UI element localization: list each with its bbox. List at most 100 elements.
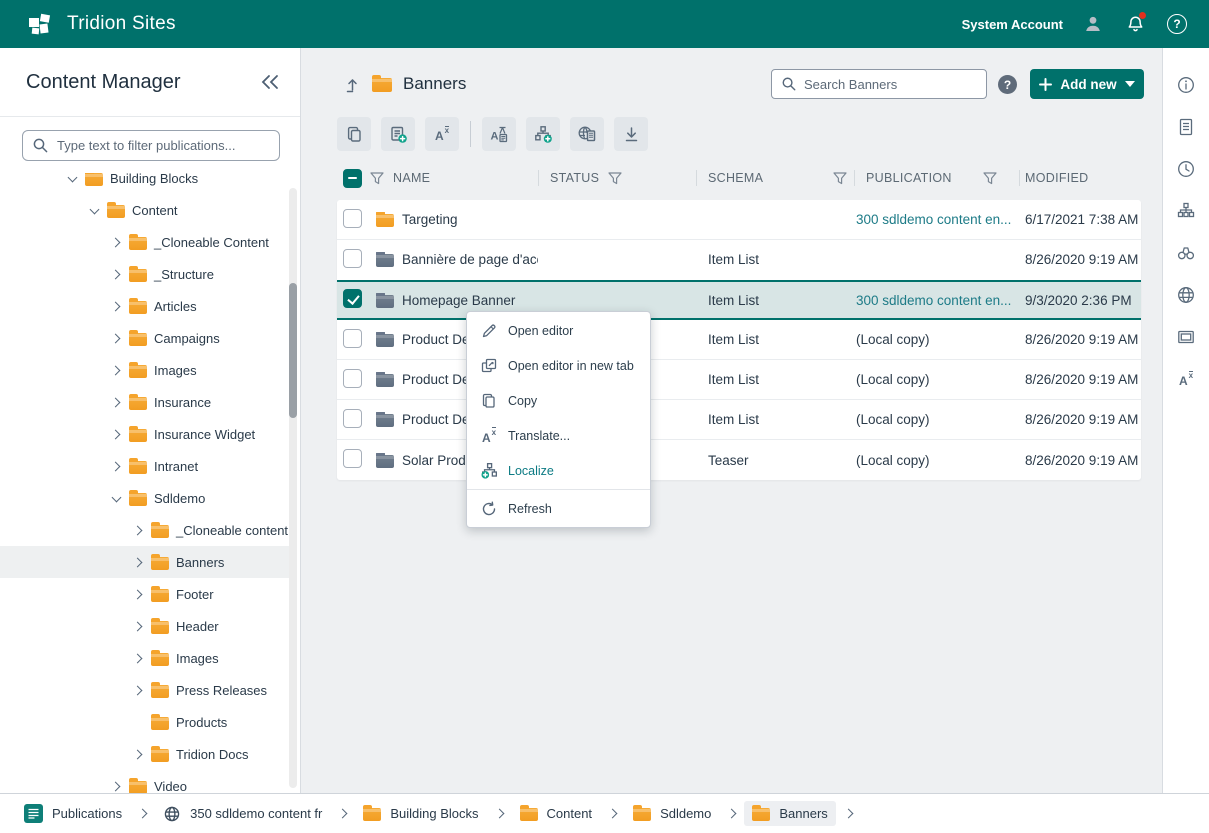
- chevron-right-icon[interactable]: [132, 556, 144, 568]
- tree-item-footer[interactable]: Footer: [0, 578, 290, 610]
- tridion-app: Tridion Sites System Account Content Man…: [0, 0, 1209, 833]
- globe-icon[interactable]: [1176, 285, 1196, 305]
- menu-item-translate[interactable]: Ax Translate...: [467, 418, 650, 453]
- tree-item-cloneable-content[interactable]: _Cloneable Content: [0, 226, 290, 258]
- chevron-right-icon[interactable]: [132, 748, 144, 760]
- tree-item-intranet[interactable]: Intranet: [0, 450, 290, 482]
- chevron-right-icon[interactable]: [110, 236, 122, 248]
- filter-icon[interactable]: [370, 172, 384, 185]
- translate-button[interactable]: Ax: [425, 117, 459, 151]
- breadcrumb-publications[interactable]: Publications: [16, 799, 130, 828]
- chevron-right-icon[interactable]: [132, 588, 144, 600]
- tree-item-video[interactable]: Video: [0, 770, 290, 793]
- publication-link[interactable]: 300 sdldemo content en...: [856, 293, 1011, 308]
- breadcrumb-publication-350[interactable]: 350 sdldemo content fr: [155, 800, 330, 828]
- collapse-sidebar-icon[interactable]: [260, 74, 280, 90]
- chevron-right-icon[interactable]: [110, 780, 122, 792]
- tree-item-campaigns[interactable]: Campaigns: [0, 322, 290, 354]
- tree-item-header[interactable]: Header: [0, 610, 290, 642]
- tree-item-content[interactable]: Content: [0, 194, 290, 226]
- chevron-right-icon[interactable]: [132, 652, 144, 664]
- binoculars-icon[interactable]: [1176, 243, 1196, 263]
- tree-item-insurance[interactable]: Insurance: [0, 386, 290, 418]
- tree-scrollbar-thumb[interactable]: [289, 283, 297, 418]
- tree-scrollbar-track[interactable]: [289, 188, 297, 788]
- search-help-icon[interactable]: [998, 75, 1017, 94]
- chevron-right-icon[interactable]: [110, 396, 122, 408]
- breadcrumb-banners[interactable]: Banners: [744, 801, 835, 826]
- item-toolbar: Ax A: [337, 117, 648, 151]
- tree-item-images-2[interactable]: Images: [0, 642, 290, 674]
- select-all-checkbox[interactable]: [343, 169, 362, 188]
- chevron-down-icon[interactable]: [88, 204, 100, 216]
- chevron-down-icon[interactable]: [66, 172, 78, 184]
- user-name[interactable]: System Account: [962, 17, 1063, 32]
- chevron-right-icon[interactable]: [110, 332, 122, 344]
- copy-button[interactable]: [337, 117, 371, 151]
- add-new-button[interactable]: Add new: [1030, 69, 1144, 99]
- chevron-right-icon[interactable]: [110, 364, 122, 376]
- chevron-right-icon[interactable]: [110, 300, 122, 312]
- chevron-right-icon[interactable]: [110, 268, 122, 280]
- info-icon[interactable]: [1176, 75, 1196, 95]
- web-content-button[interactable]: [570, 117, 604, 151]
- translate-icon[interactable]: Ax: [1176, 369, 1196, 389]
- notifications-bell-icon[interactable]: [1123, 12, 1147, 36]
- filter-icon[interactable]: [983, 172, 997, 185]
- chevron-right-icon[interactable]: [110, 460, 122, 472]
- menu-item-open-editor-new-tab[interactable]: Open editor in new tab: [467, 348, 650, 383]
- menu-item-localize[interactable]: Localize: [467, 453, 650, 488]
- menu-item-refresh[interactable]: Refresh: [467, 491, 650, 526]
- translation-status-button[interactable]: A: [482, 117, 516, 151]
- tree-item-sdldemo[interactable]: Sdldemo: [0, 482, 290, 514]
- help-icon[interactable]: [1165, 12, 1189, 36]
- filter-icon[interactable]: [833, 172, 847, 185]
- filter-icon[interactable]: [608, 172, 622, 185]
- table-row-product-detail-1[interactable]: Product Det Item List (Local copy) 8/26/…: [337, 320, 1141, 360]
- org-chart-icon[interactable]: [1176, 201, 1196, 221]
- breadcrumb-content[interactable]: Content: [512, 801, 601, 826]
- row-checkbox[interactable]: [343, 329, 362, 348]
- preview-frame-icon[interactable]: [1176, 327, 1196, 347]
- breadcrumb-building-blocks[interactable]: Building Blocks: [355, 801, 486, 826]
- document-icon[interactable]: [1176, 117, 1196, 137]
- chevron-right-icon[interactable]: [132, 684, 144, 696]
- row-checkbox[interactable]: [343, 249, 362, 268]
- row-checkbox[interactable]: [343, 409, 362, 428]
- tree-item-press-releases[interactable]: Press Releases: [0, 674, 290, 706]
- tree-item-cloneable-content-2[interactable]: _Cloneable content: [0, 514, 290, 546]
- table-row-homepage-banner[interactable]: Homepage Banner Item List 300 sdldemo co…: [337, 280, 1141, 320]
- tree-item-tridion-docs[interactable]: Tridion Docs: [0, 738, 290, 770]
- search-input[interactable]: [804, 77, 980, 92]
- table-row-targeting[interactable]: Targeting 300 sdldemo content en... 6/17…: [337, 200, 1141, 240]
- tree-item-images[interactable]: Images: [0, 354, 290, 386]
- publication-link[interactable]: 300 sdldemo content en...: [856, 212, 1011, 227]
- chevron-down-icon[interactable]: [110, 492, 122, 504]
- table-row-product-detail-2[interactable]: Product Det Item List (Local copy) 8/26/…: [337, 360, 1141, 400]
- create-translation-job-button[interactable]: [381, 117, 415, 151]
- row-checkbox[interactable]: [343, 209, 362, 228]
- chevron-right-icon[interactable]: [110, 428, 122, 440]
- menu-item-open-editor[interactable]: Open editor: [467, 313, 650, 348]
- clock-icon[interactable]: [1176, 159, 1196, 179]
- up-one-level-icon[interactable]: [344, 76, 361, 93]
- row-checkbox[interactable]: [343, 289, 362, 308]
- tree-item-insurance-widget[interactable]: Insurance Widget: [0, 418, 290, 450]
- chevron-right-icon[interactable]: [132, 524, 144, 536]
- user-avatar-icon[interactable]: [1081, 12, 1105, 36]
- row-checkbox[interactable]: [343, 449, 362, 468]
- localize-button[interactable]: [526, 117, 560, 151]
- publications-filter-input[interactable]: [22, 130, 280, 161]
- download-button[interactable]: [614, 117, 648, 151]
- tree-item-articles[interactable]: Articles: [0, 290, 290, 322]
- table-row-product-detail-3[interactable]: Product Det Item List (Local copy) 8/26/…: [337, 400, 1141, 440]
- menu-item-copy[interactable]: Copy: [467, 383, 650, 418]
- tree-item-banners[interactable]: Banners: [0, 546, 290, 578]
- row-checkbox[interactable]: [343, 369, 362, 388]
- breadcrumb-sdldemo[interactable]: Sdldemo: [625, 801, 719, 826]
- tree-item-structure[interactable]: _Structure: [0, 258, 290, 290]
- table-row-solar-product[interactable]: Solar Produ Teaser (Local copy) 8/26/202…: [337, 440, 1141, 480]
- chevron-right-icon[interactable]: [132, 620, 144, 632]
- tree-item-products[interactable]: Products: [0, 706, 290, 738]
- table-row-banniere[interactable]: Bannière de page d'acc... Item List 8/26…: [337, 240, 1141, 280]
